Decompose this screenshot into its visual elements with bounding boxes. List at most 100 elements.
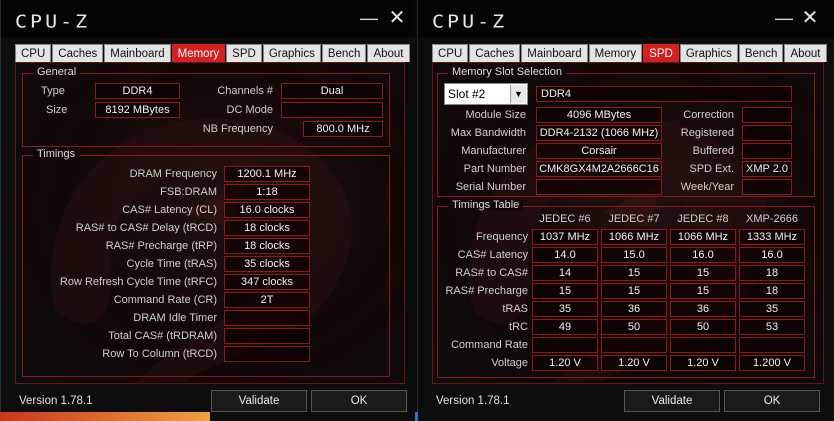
- correction-label: Correction: [683, 109, 734, 121]
- timings-column-header: JEDEC #6: [539, 213, 591, 225]
- tab-spd[interactable]: SPD: [226, 44, 262, 62]
- timings-cell: [532, 337, 598, 353]
- timing-value-field: 347 clocks: [224, 274, 310, 290]
- tab-memory[interactable]: Memory: [588, 44, 643, 62]
- timings-cell: 1.20 V: [670, 355, 736, 371]
- tab-mainboard[interactable]: Mainboard: [521, 44, 588, 62]
- title-bar[interactable]: CPU-Z — ✕: [418, 0, 834, 38]
- cpuz-window-memory: CPU-Z — ✕ CPU Caches Mainboard Memory SP…: [0, 0, 415, 421]
- serial-number-field: [536, 179, 662, 195]
- timing-value-field: 18 clocks: [224, 238, 310, 254]
- timings-cell: 50: [670, 319, 736, 335]
- nb-frequency-label: NB Frequency: [202, 123, 273, 135]
- timings-title: Timings: [33, 148, 80, 160]
- tab-spd[interactable]: SPD: [643, 44, 679, 62]
- registered-label: Registered: [680, 127, 734, 139]
- validate-button[interactable]: Validate: [211, 390, 307, 412]
- timing-label: FSB:DRAM: [160, 186, 217, 198]
- tab-graphics[interactable]: Graphics: [262, 44, 321, 62]
- manufacturer-label: Manufacturer: [461, 145, 526, 157]
- timings-cell: 35: [739, 301, 805, 317]
- week-year-field: [742, 179, 792, 195]
- ok-button[interactable]: OK: [724, 390, 820, 412]
- validate-button[interactable]: Validate: [624, 390, 720, 412]
- timings-column-header: JEDEC #8: [677, 213, 729, 225]
- timings-cell: 35: [532, 301, 598, 317]
- tab-bench[interactable]: Bench: [738, 44, 784, 62]
- timings-cell: 1.20 V: [601, 355, 667, 371]
- timings-cell: 15.0: [601, 247, 667, 263]
- size-label: Size: [46, 104, 68, 116]
- timing-value-field: 1:18: [224, 184, 310, 200]
- channels-field: Dual: [281, 83, 383, 99]
- timings-cell: 36: [670, 301, 736, 317]
- tab-about[interactable]: About: [784, 44, 827, 62]
- desktop-gap: [415, 412, 418, 421]
- nb-frequency-field: 800.0 MHz: [303, 121, 383, 137]
- close-button[interactable]: ✕: [386, 7, 408, 29]
- close-button[interactable]: ✕: [799, 7, 821, 29]
- max-bandwidth-field: DDR4-2132 (1066 MHz): [536, 125, 662, 141]
- timings-row-label: RAS# to CAS#: [455, 267, 528, 279]
- ok-button[interactable]: OK: [311, 390, 407, 412]
- chevron-down-icon[interactable]: ▼: [510, 85, 526, 103]
- tab-cpu[interactable]: CPU: [15, 44, 52, 62]
- tab-caches[interactable]: Caches: [52, 44, 104, 62]
- correction-field: [742, 107, 792, 123]
- tab-graphics[interactable]: Graphics: [679, 44, 738, 62]
- timings-cell: 50: [601, 319, 667, 335]
- tab-caches[interactable]: Caches: [469, 44, 521, 62]
- part-number-label: Part Number: [463, 163, 526, 175]
- timing-label: Command Rate (CR): [113, 294, 217, 306]
- timing-value-field: 1200.1 MHz: [224, 166, 310, 182]
- timings-cell: 15: [670, 265, 736, 281]
- timings-cell: 1066 MHz: [601, 229, 667, 245]
- timings-row-label: tRAS: [502, 303, 528, 315]
- timings-cell: 18: [739, 283, 805, 299]
- cpuz-window-spd: CPU-Z — ✕ CPU Caches Mainboard Memory SP…: [417, 0, 834, 421]
- timings-group: Timings DRAM Frequency 1200.1 MHz FSB:DRAM…: [22, 148, 390, 377]
- tab-cpu[interactable]: CPU: [432, 44, 469, 62]
- timings-cell: 18: [739, 265, 805, 281]
- minimize-button[interactable]: —: [773, 7, 795, 29]
- timings-column-header: XMP-2666: [746, 213, 798, 225]
- tab-memory[interactable]: Memory: [171, 44, 226, 62]
- timings-row-label: RAS# Precharge: [445, 285, 528, 297]
- buffered-field: [742, 143, 792, 159]
- timings-row-label: Voltage: [491, 357, 528, 369]
- type-label: Type: [41, 85, 65, 97]
- timings-cell: [601, 337, 667, 353]
- timings-cell: [739, 337, 805, 353]
- timings-cell: 16.0: [670, 247, 736, 263]
- timings-cell: 15: [601, 265, 667, 281]
- general-title: General: [33, 66, 81, 78]
- tab-bench[interactable]: Bench: [321, 44, 367, 62]
- timings-row-label: Frequency: [476, 231, 528, 243]
- timing-value-field: 2T: [224, 292, 310, 308]
- buffered-label: Buffered: [692, 145, 734, 157]
- minimize-button[interactable]: —: [358, 7, 380, 29]
- timings-cell: 14: [532, 265, 598, 281]
- timings-cell: 15: [532, 283, 598, 299]
- timings-cell: 36: [601, 301, 667, 317]
- timing-value-field: 16.0 clocks: [224, 202, 310, 218]
- title-bar[interactable]: CPU-Z — ✕: [1, 0, 415, 38]
- footer: Version 1.78.1 Validate OK: [418, 386, 834, 421]
- module-size-label: Module Size: [465, 109, 526, 121]
- timing-label: Cycle Time (tRAS): [126, 258, 217, 270]
- tab-about[interactable]: About: [367, 44, 410, 62]
- timing-value-field: [224, 346, 310, 362]
- timings-cell: 16.0: [739, 247, 805, 263]
- timings-table-title: Timings Table: [448, 199, 524, 211]
- slot-select[interactable]: Slot #2 ▼: [444, 83, 528, 105]
- spd-ext-field: XMP 2.0: [742, 161, 792, 177]
- tab-mainboard[interactable]: Mainboard: [104, 44, 171, 62]
- part-number-field: CMK8GX4M2A2666C16: [536, 161, 662, 177]
- serial-number-label: Serial Number: [455, 181, 526, 193]
- slot-selection-group: Memory Slot Selection Slot #2 ▼ DDR4 Mod…: [437, 66, 815, 197]
- module-size-field: 4096 MBytes: [536, 107, 662, 123]
- memory-type-field: DDR4: [536, 86, 792, 102]
- timing-value-field: [224, 310, 310, 326]
- dc-mode-label: DC Mode: [226, 104, 273, 116]
- timings-cell: 1066 MHz: [670, 229, 736, 245]
